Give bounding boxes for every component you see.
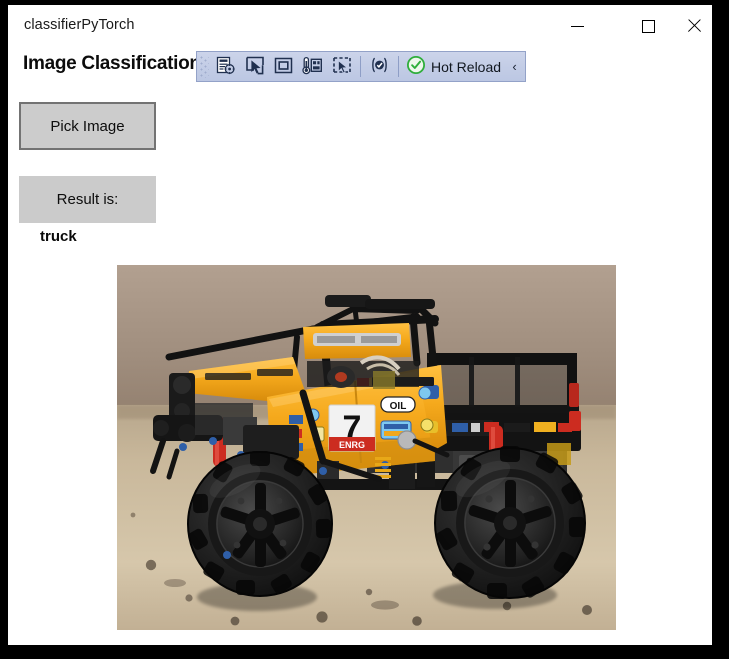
hot-reload-label: Hot Reload — [431, 58, 502, 75]
maximize-icon — [641, 19, 655, 33]
track-focused-element-button[interactable] — [298, 54, 327, 80]
toolbar-overflow-chevron-icon[interactable]: ‹ — [506, 54, 523, 80]
green-check-circle-icon — [406, 55, 426, 78]
close-icon — [686, 18, 702, 34]
application-window: classifierPyTorch Image Classification H… — [8, 5, 712, 645]
document-target-icon — [216, 56, 236, 78]
square-outline-icon — [274, 56, 293, 78]
go-to-live-visual-tree-button[interactable] — [211, 54, 240, 80]
dashed-select-icon — [332, 56, 352, 78]
toolbar-separator-1 — [360, 56, 361, 77]
result-label: Result is: — [19, 176, 156, 223]
classified-image-content: 7 ENRG OIL — [117, 265, 616, 630]
preview-selection-button[interactable] — [327, 54, 356, 80]
display-layout-adorners-button[interactable] — [269, 54, 298, 80]
toolbar-drag-grip[interactable] — [200, 55, 209, 78]
svg-text:OIL: OIL — [390, 401, 407, 412]
xaml-hot-reload-toolbar: Hot Reload ‹ — [196, 51, 527, 82]
classified-image[interactable]: 7 ENRG OIL — [117, 265, 616, 630]
svg-text:ENRG: ENRG — [339, 440, 365, 450]
slashed-circle-icon — [369, 56, 390, 77]
result-value: truck — [40, 228, 77, 245]
maximize-button[interactable] — [625, 5, 671, 47]
minimize-button[interactable] — [554, 5, 600, 47]
page-title: Image Classification — [23, 53, 201, 74]
select-element-button[interactable] — [240, 54, 269, 80]
close-button[interactable] — [671, 5, 712, 47]
hot-reload-button[interactable]: Hot Reload — [403, 53, 506, 80]
heading-row: Image Classification Hot Reload ‹ — [8, 49, 712, 85]
window-title: classifierPyTorch — [24, 17, 135, 33]
cursor-select-icon — [245, 56, 265, 78]
title-bar: classifierPyTorch — [8, 5, 712, 49]
minimize-icon — [570, 25, 584, 27]
thermometer-panel-icon — [302, 56, 323, 78]
toolbar-separator-2 — [398, 56, 399, 77]
screen-root: classifierPyTorch Image Classification H… — [0, 0, 729, 659]
pick-image-button[interactable]: Pick Image — [19, 102, 156, 150]
hot-reload-on-save-button[interactable] — [365, 54, 394, 80]
